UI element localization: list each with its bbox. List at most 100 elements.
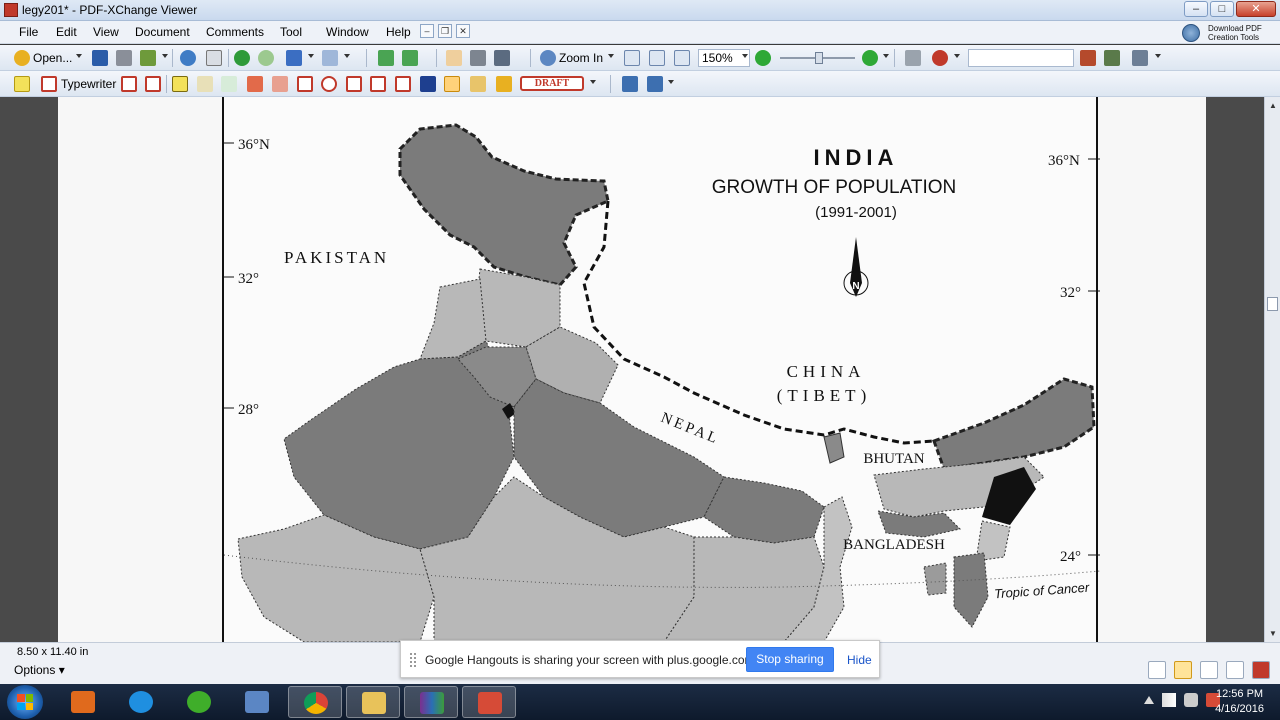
menu-edit[interactable]: Edit — [56, 25, 77, 39]
polyline-tool-icon[interactable] — [370, 76, 386, 92]
drag-grip-icon[interactable] — [410, 653, 416, 667]
area-measure-icon[interactable] — [647, 76, 663, 92]
doc-restore-icon[interactable]: ❐ — [438, 24, 452, 38]
taskbar-pdf-xchange[interactable] — [462, 686, 516, 718]
settings-dropdown-icon[interactable] — [1155, 54, 1161, 58]
vertical-scrollbar[interactable]: ▲ ▼ — [1264, 97, 1280, 642]
scan-icon[interactable] — [180, 50, 196, 66]
underline-icon[interactable] — [221, 76, 237, 92]
clock[interactable]: 12:56 PM 4/16/2016 — [1215, 687, 1264, 717]
taskbar-winrar[interactable] — [404, 686, 458, 718]
print-icon[interactable] — [116, 50, 132, 66]
menu-document[interactable]: Document — [135, 25, 190, 39]
back-arrow-icon[interactable] — [234, 50, 250, 66]
textbox-icon[interactable] — [145, 76, 161, 92]
stop-sharing-button[interactable]: Stop sharing — [746, 647, 834, 672]
menu-tools[interactable]: Tool — [280, 25, 302, 39]
cloud-tool-icon[interactable] — [395, 76, 411, 92]
actual-size-icon[interactable] — [624, 50, 640, 66]
scroll-down-icon[interactable]: ▼ — [1269, 629, 1277, 638]
network-icon[interactable] — [1162, 693, 1176, 707]
taskbar-internet-explorer[interactable] — [114, 686, 168, 718]
single-page-view-icon[interactable] — [1148, 661, 1166, 679]
menu-view[interactable]: View — [93, 25, 119, 39]
zoom-dropdown-icon[interactable] — [608, 54, 614, 58]
typewriter-button[interactable]: Typewriter — [61, 77, 116, 91]
sticky-note-icon[interactable] — [14, 76, 30, 92]
zoom-level-field[interactable]: 150% — [698, 49, 750, 67]
search-input[interactable] — [968, 49, 1074, 67]
line-tool-icon[interactable] — [272, 76, 288, 92]
snapshot-icon[interactable] — [470, 50, 486, 66]
rectangle-tool-icon[interactable] — [297, 76, 313, 92]
doc-minimize-icon[interactable]: – — [420, 24, 434, 38]
taskbar-remote-desktop[interactable] — [230, 686, 284, 718]
forward-arrow-icon[interactable] — [258, 50, 274, 66]
email-dropdown-icon[interactable] — [162, 54, 168, 58]
menu-comments[interactable]: Comments — [206, 25, 264, 39]
redo-icon[interactable] — [322, 50, 338, 66]
oval-tool-icon[interactable] — [321, 76, 337, 92]
search-previous-icon[interactable] — [1080, 50, 1096, 66]
highlight-text-icon[interactable] — [172, 76, 188, 92]
zoom-slider-thumb[interactable] — [815, 52, 823, 64]
menu-file[interactable]: File — [19, 25, 38, 39]
find-dropdown-icon[interactable] — [954, 54, 960, 58]
zoom-out-icon[interactable] — [755, 50, 771, 66]
close-button[interactable]: ✕ — [1236, 1, 1276, 17]
zoom-plus-dropdown-icon[interactable] — [883, 54, 889, 58]
arrow-tool-icon[interactable] — [247, 76, 263, 92]
rotate-left-icon[interactable] — [378, 50, 394, 66]
menu-window[interactable]: Window — [326, 25, 369, 39]
show-hidden-icons-icon[interactable] — [1144, 696, 1154, 704]
minimize-button[interactable]: – — [1184, 1, 1208, 17]
eraser-icon[interactable] — [470, 76, 486, 92]
settings-icon[interactable] — [1132, 50, 1148, 66]
zoom-level-dropdown-icon[interactable] — [742, 54, 748, 58]
search-next-icon[interactable] — [1104, 50, 1120, 66]
pdf-icon[interactable] — [1252, 661, 1270, 679]
scrollbar-thumb[interactable] — [1267, 297, 1278, 311]
polygon-tool-icon[interactable] — [346, 76, 362, 92]
scroll-up-icon[interactable]: ▲ — [1269, 101, 1277, 110]
measure-icon[interactable] — [622, 76, 638, 92]
zoom-in-icon[interactable] — [540, 50, 556, 66]
stamp-icon[interactable] — [496, 76, 512, 92]
continuous-facing-view-icon[interactable] — [1226, 661, 1244, 679]
callout-icon[interactable] — [121, 76, 137, 92]
stamp-dropdown-icon[interactable] — [590, 80, 596, 84]
undo-icon[interactable] — [286, 50, 302, 66]
strikeout-icon[interactable] — [197, 76, 213, 92]
download-pdf-tools-button[interactable]: Download PDF Creation Tools — [1182, 22, 1270, 44]
undo-dropdown-icon[interactable] — [308, 54, 314, 58]
menu-help[interactable]: Help — [386, 25, 411, 39]
zoom-plus-icon[interactable] — [862, 50, 878, 66]
hide-button[interactable]: Hide — [847, 653, 872, 667]
taskbar-file-explorer[interactable] — [346, 686, 400, 718]
document-area[interactable]: INDIA GROWTH OF POPULATION (1991-2001) N… — [0, 97, 1264, 643]
continuous-view-icon[interactable] — [1174, 661, 1192, 679]
draft-stamp-button[interactable]: DRAFT — [520, 76, 584, 91]
redo-dropdown-icon[interactable] — [344, 54, 350, 58]
pin-icon[interactable] — [420, 76, 436, 92]
volume-icon[interactable] — [1184, 693, 1198, 707]
maximize-button[interactable]: □ — [1210, 1, 1234, 17]
hand-tool-icon[interactable] — [446, 50, 462, 66]
zoom-in-button[interactable]: Zoom In — [559, 51, 603, 65]
fit-page-icon[interactable] — [649, 50, 665, 66]
taskbar-chrome[interactable] — [288, 686, 342, 718]
save-icon[interactable] — [92, 50, 108, 66]
find-icon[interactable] — [932, 50, 948, 66]
typewriter-icon[interactable] — [41, 76, 57, 92]
doc-close-icon[interactable]: ✕ — [456, 24, 470, 38]
select-text-icon[interactable] — [494, 50, 510, 66]
rotate-right-icon[interactable] — [402, 50, 418, 66]
taskbar-green-cross-app[interactable] — [172, 686, 226, 718]
binoculars-icon[interactable] — [905, 50, 921, 66]
facing-view-icon[interactable] — [1200, 661, 1218, 679]
pencil-tool-icon[interactable] — [444, 76, 460, 92]
fit-width-icon[interactable] — [674, 50, 690, 66]
open-dropdown-icon[interactable] — [76, 54, 82, 58]
options-button[interactable]: Options ▾ — [14, 663, 65, 677]
email-icon[interactable] — [140, 50, 156, 66]
